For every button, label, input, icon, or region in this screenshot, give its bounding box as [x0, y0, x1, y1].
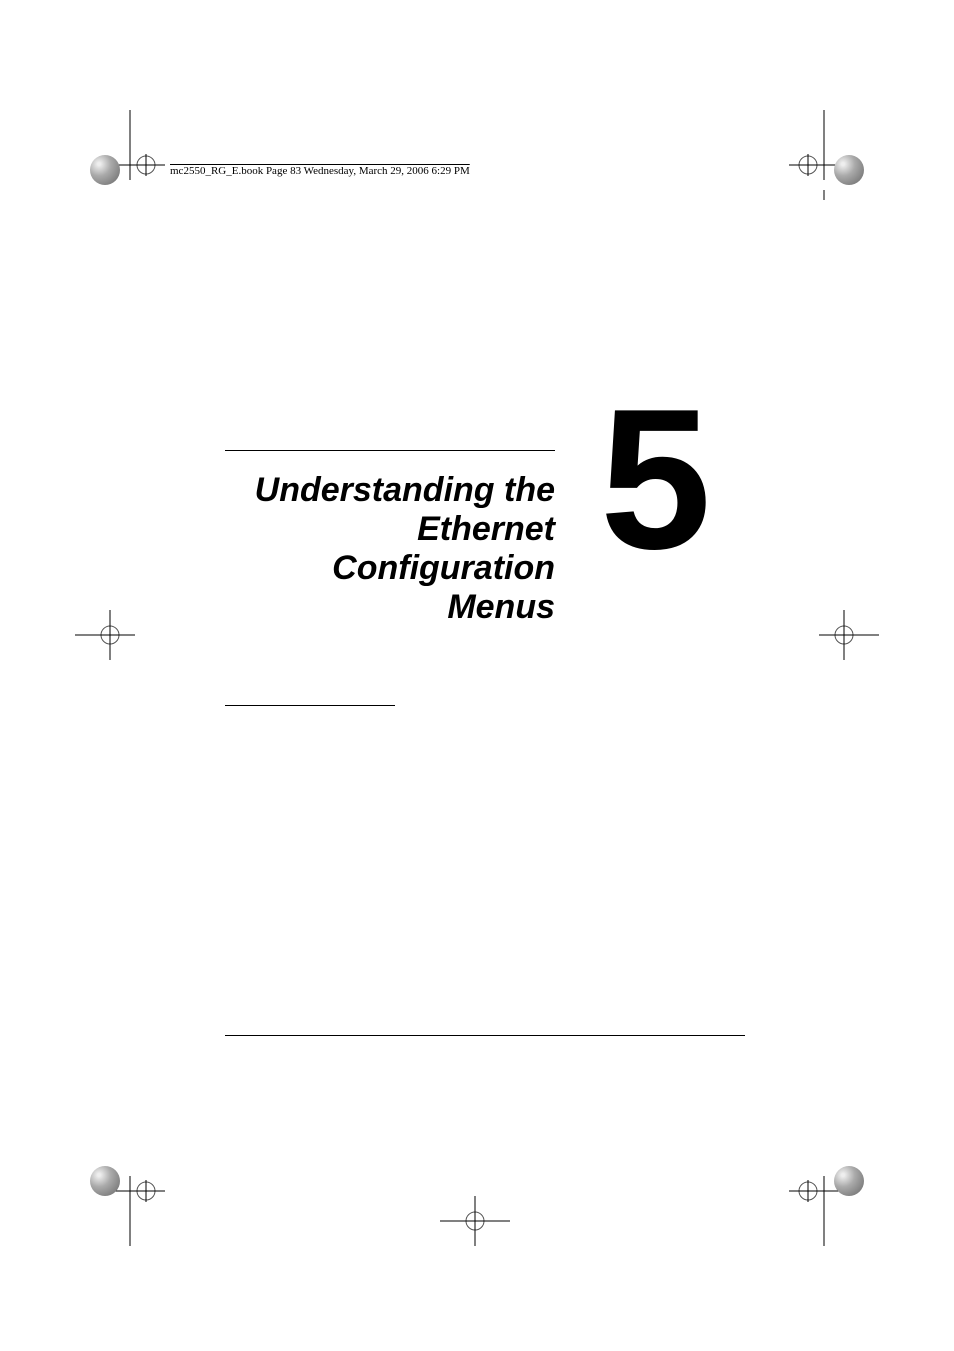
sub-rule	[225, 705, 395, 706]
bottom-rule	[225, 1035, 745, 1036]
crop-mark-icon	[75, 610, 145, 665]
crop-mark-icon	[809, 610, 879, 665]
page-header-text: mc2550_RG_E.book Page 83 Wednesday, Marc…	[170, 165, 470, 177]
crop-mark-icon	[440, 1186, 510, 1251]
print-registration-sphere-icon	[90, 1166, 120, 1196]
crop-mark-icon	[75, 1156, 165, 1251]
print-registration-sphere-icon	[90, 155, 120, 185]
chapter-title: Understanding the Ethernet Configuration…	[225, 471, 555, 627]
crop-mark-icon	[75, 110, 165, 205]
chapter-number: 5	[600, 380, 711, 580]
print-registration-sphere-icon	[834, 155, 864, 185]
print-registration-sphere-icon	[834, 1166, 864, 1196]
chapter-title-block: Understanding the Ethernet Configuration…	[225, 450, 555, 627]
